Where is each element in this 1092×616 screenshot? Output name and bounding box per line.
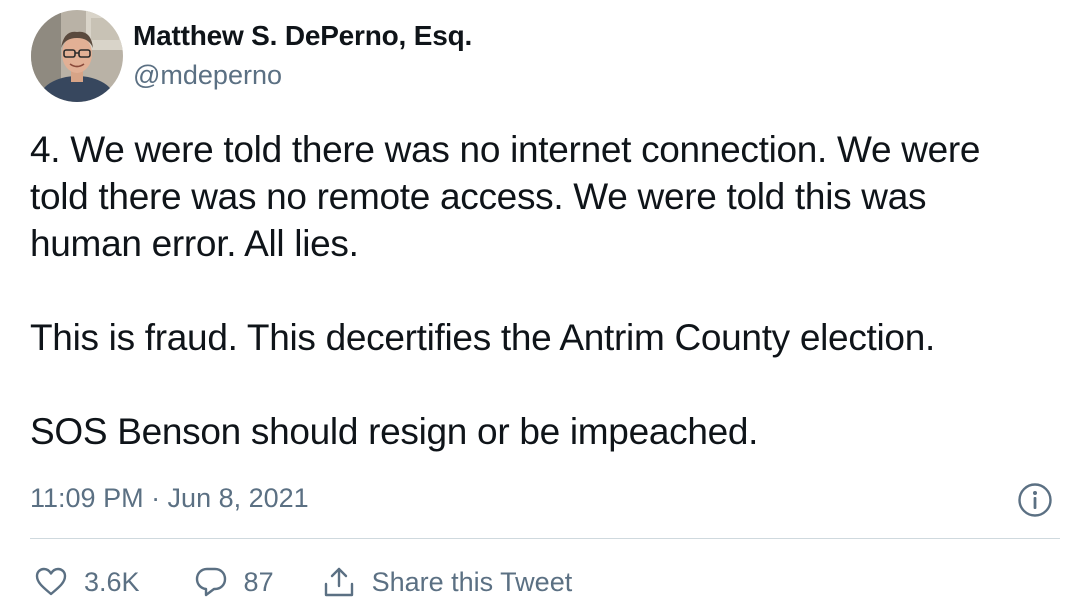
author-handle[interactable]: @mdeperno [133, 60, 282, 91]
divider [30, 538, 1060, 539]
avatar[interactable] [31, 10, 123, 102]
tweet-timestamp[interactable]: 11:09 PM · Jun 8, 2021 [30, 483, 309, 514]
tweet-text-paragraph: This is fraud. This decertifies the Antr… [30, 317, 935, 358]
avatar-image [31, 10, 123, 102]
like-count: 3.6K [84, 566, 140, 597]
tweet-actions: 3.6K 87 Share this Tweet [30, 560, 572, 604]
tweet-text: 4. We were told there was no internet co… [30, 126, 1070, 455]
share-button[interactable]: Share this Tweet [322, 565, 573, 599]
share-upload-icon [322, 565, 356, 599]
reply-button[interactable]: 87 [194, 565, 274, 599]
tweet-card: Matthew S. DePerno, Esq. @mdeperno 4. We… [0, 0, 1092, 616]
tweet-text-line: told there was no remote access. We were… [30, 176, 927, 217]
speech-bubble-icon [194, 565, 228, 599]
heart-icon [34, 565, 68, 599]
tweet-text-line: human error. All lies. [30, 223, 359, 264]
share-label: Share this Tweet [371, 566, 573, 597]
info-icon[interactable] [1017, 482, 1053, 518]
like-button[interactable]: 3.6K [34, 565, 140, 599]
tweet-text-paragraph: SOS Benson should resign or be impeached… [30, 411, 759, 452]
author-name[interactable]: Matthew S. DePerno, Esq. [133, 20, 472, 52]
reply-count: 87 [243, 566, 274, 597]
tweet-text-line: 4. We were told there was no internet co… [30, 129, 981, 170]
